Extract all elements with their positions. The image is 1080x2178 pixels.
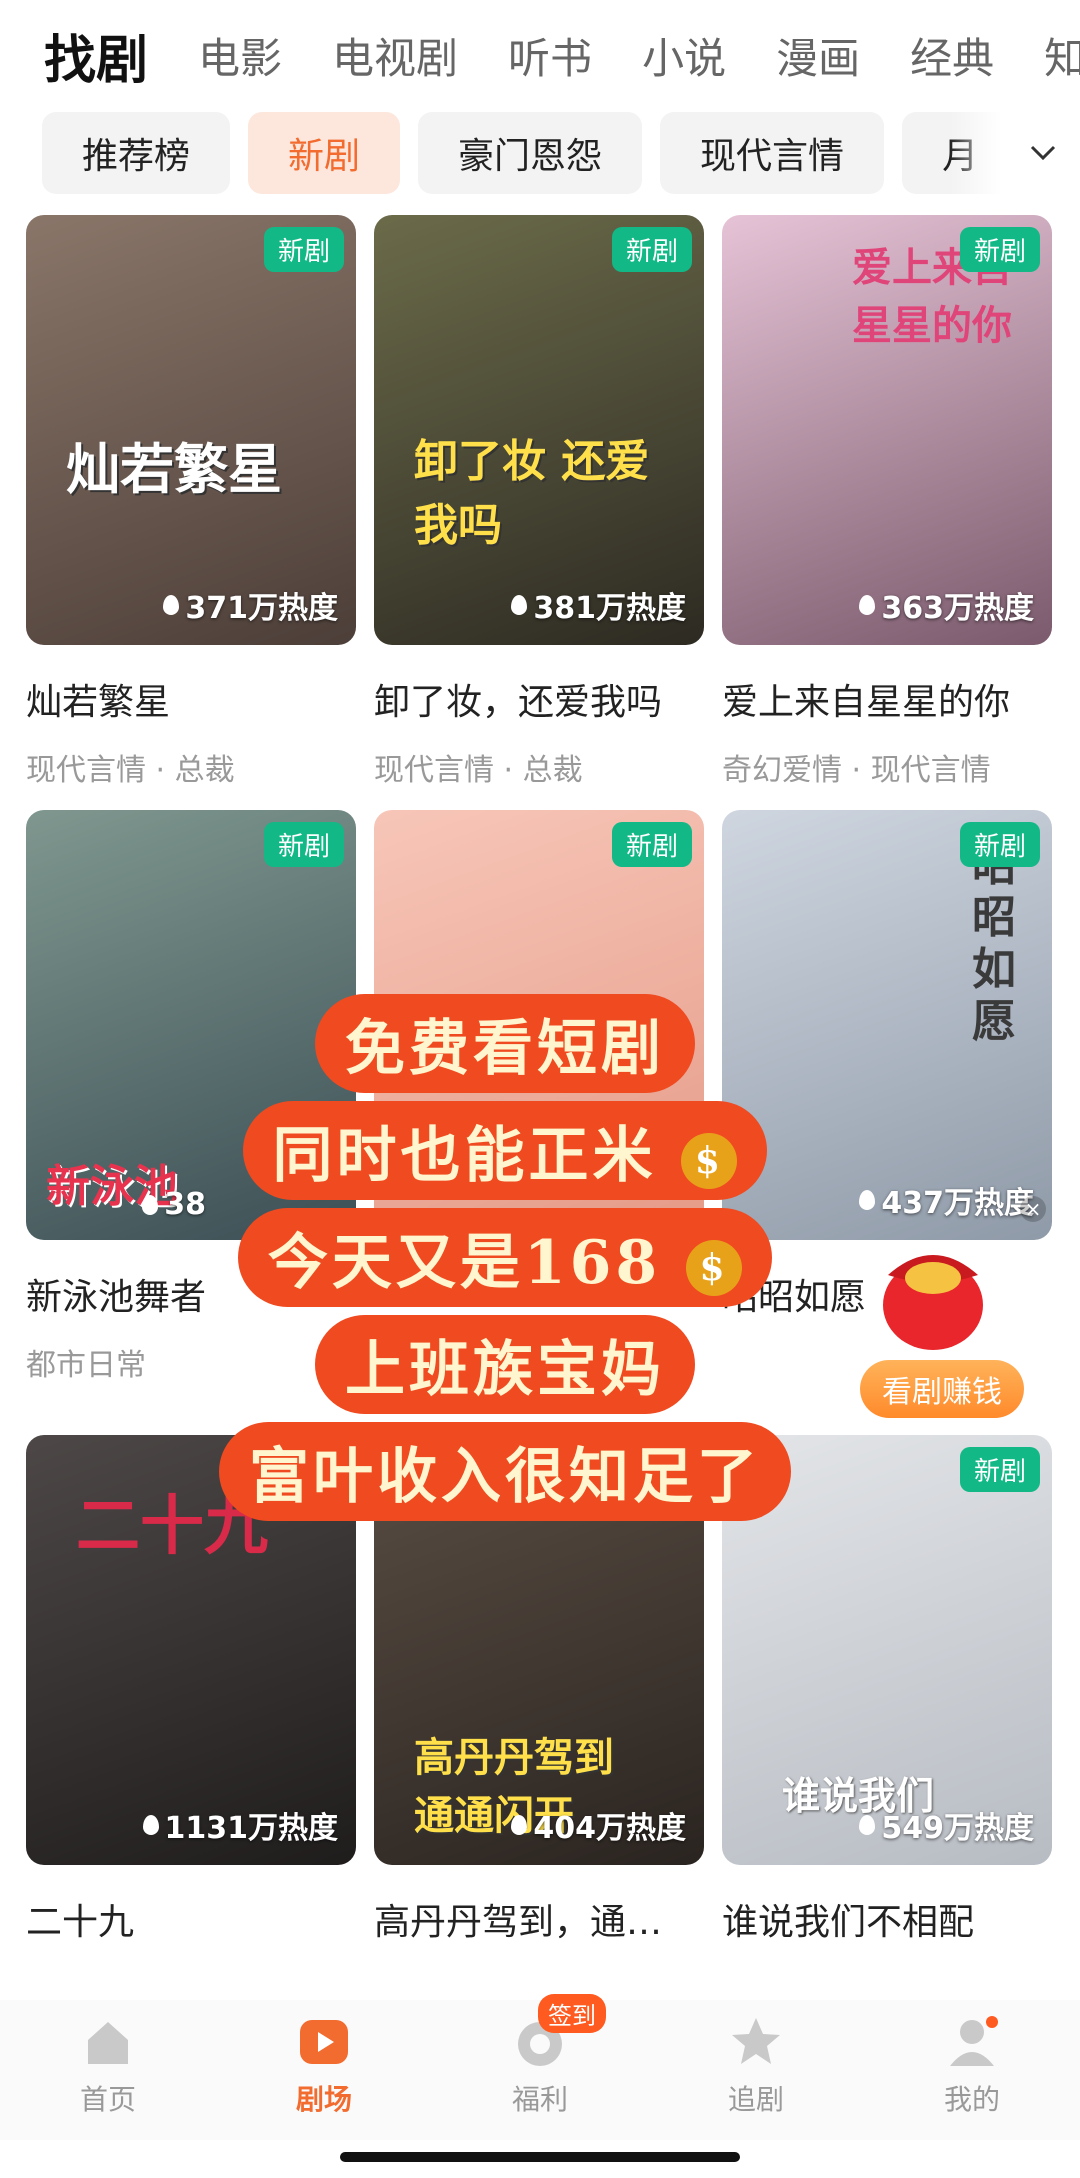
nav-label: 我的	[943, 2083, 1000, 2116]
drama-card[interactable]: 灿若繁星 新剧 371万热度 灿若繁星 现代言情 · 总裁	[26, 215, 356, 789]
top-tab-bar: 找剧 电影 电视剧 听书 小说 漫画 经典 知	[0, 0, 1080, 110]
chip-new-drama[interactable]: 新剧	[248, 112, 401, 194]
drama-tags: 现代言情 · 总裁	[26, 753, 235, 788]
nav-home[interactable]: 首页	[0, 2000, 216, 2140]
drama-poster[interactable]: 新泳池 新剧 38	[26, 810, 356, 1240]
red-envelope-icon[interactable]	[868, 1230, 998, 1360]
drama-card[interactable]: 谁说我们 新剧 549万热度 谁说我们不相配	[722, 1435, 1052, 1945]
flame-icon	[142, 1815, 159, 1835]
new-badge: 新剧	[959, 822, 1040, 867]
flame-icon	[511, 1815, 528, 1835]
chip-modern-romance[interactable]: 现代言情	[660, 112, 885, 194]
poster-title: 二十九	[76, 1489, 268, 1564]
new-badge: 新剧	[611, 822, 692, 867]
home-icon	[88, 2022, 128, 2064]
heat-label: 363万热度	[859, 583, 1034, 627]
drama-title[interactable]: 二十九	[26, 1893, 356, 1945]
drama-title[interactable]: 谁说我们不相配	[722, 1893, 1052, 1945]
category-chips: 推荐榜 新剧 豪门恩怨 现代言情 月	[0, 112, 1080, 194]
new-badge: 新剧	[263, 1447, 344, 1492]
drama-card[interactable]: 卸了妆 还爱我吗 新剧 381万热度 卸了妆，还爱我吗 现代言情 · 总裁	[374, 215, 704, 789]
home-indicator[interactable]	[340, 2152, 740, 2162]
drama-poster[interactable]: 爱上来自星星的你 新剧 363万热度	[722, 215, 1052, 645]
tab-find-drama[interactable]: 找剧	[44, 18, 148, 93]
watch-earn-button[interactable]: 看剧赚钱	[860, 1360, 1024, 1418]
nav-label: 福利	[511, 2083, 568, 2116]
flame-icon	[859, 1190, 876, 1210]
nav-welfare[interactable]: 签到 福利	[432, 1994, 648, 2140]
drama-tags: 都市日常	[26, 1348, 146, 1383]
drama-poster[interactable]: 昭昭如愿 新剧 437万热度	[722, 810, 1052, 1240]
tab-movie[interactable]: 电影	[198, 25, 282, 86]
heat-label: 437万热度	[859, 1178, 1034, 1222]
flame-icon	[142, 1194, 159, 1215]
drama-card[interactable]: 高丹丹驾到 通通闪开 新剧 404万热度 高丹丹驾到，通…	[374, 1435, 704, 1945]
play-icon	[300, 2020, 348, 2064]
flame-icon	[859, 595, 876, 615]
drama-title[interactable]: 新泳池舞者	[26, 1268, 356, 1320]
nav-following[interactable]: 追剧	[648, 2000, 864, 2140]
nav-profile[interactable]: 我的	[864, 2000, 1080, 2140]
nav-label: 首页	[79, 2083, 136, 2116]
tab-knowledge[interactable]: 知	[1044, 25, 1080, 86]
tab-tv-series[interactable]: 电视剧	[332, 25, 458, 86]
chips-expand[interactable]	[950, 112, 1080, 194]
new-badge: 新剧	[959, 1447, 1040, 1492]
poster-title: 卸了妆 还爱我吗	[414, 436, 650, 551]
drama-title[interactable]: 灿若繁星	[26, 673, 356, 725]
heat-label: 1131万热度	[142, 1803, 338, 1847]
drama-tags: 现代言情 · 总裁	[374, 753, 583, 788]
heat-label: 38	[142, 1187, 206, 1222]
drama-poster[interactable]: 卸了妆 还爱我吗 新剧 381万热度	[374, 215, 704, 645]
nav-label: 追剧	[727, 2083, 784, 2116]
drama-tags: 奇幻爱情 · 现代言情	[722, 753, 991, 788]
drama-card[interactable]: 新剧	[374, 810, 704, 1240]
bottom-nav: 首页 剧场 签到 福利 追剧 我的	[0, 1994, 1080, 2140]
heat-label: 371万热度	[163, 583, 338, 627]
new-badge: 新剧	[959, 227, 1040, 272]
new-badge: 新剧	[263, 822, 344, 867]
heat-label: 381万热度	[511, 583, 686, 627]
poster-title: 昭昭如愿	[972, 840, 1016, 1047]
drama-grid: 灿若繁星 新剧 371万热度 灿若繁星 现代言情 · 总裁 卸了妆 还爱我吗 新…	[0, 215, 1080, 2015]
drama-title[interactable]: 卸了妆，还爱我吗	[374, 673, 704, 725]
new-badge: 新剧	[611, 227, 692, 272]
close-icon[interactable]: ×	[1020, 1196, 1046, 1222]
nav-theater[interactable]: 剧场	[216, 2000, 432, 2140]
profile-icon	[950, 2016, 998, 2066]
flame-icon	[511, 595, 528, 615]
chevron-down-icon	[1030, 145, 1056, 161]
drama-card[interactable]: 新泳池 新剧 38 新泳池舞者 都市日常	[26, 810, 356, 1384]
drama-title[interactable]: 高丹丹驾到，通…	[374, 1893, 704, 1945]
star-icon	[732, 2018, 780, 2064]
sign-in-badge: 签到	[538, 1994, 606, 2033]
chip-wealthy-family[interactable]: 豪门恩怨	[418, 112, 643, 194]
new-badge: 新剧	[263, 227, 344, 272]
drama-card[interactable]: 二十九 新剧 1131万热度 二十九	[26, 1435, 356, 1945]
tab-classic[interactable]: 经典	[910, 25, 994, 86]
poster-title: 灿若繁星	[66, 437, 282, 501]
tab-comic[interactable]: 漫画	[776, 25, 860, 86]
heat-label: 549万热度	[859, 1803, 1034, 1847]
tab-audiobook[interactable]: 听书	[508, 25, 592, 86]
drama-poster[interactable]: 谁说我们 新剧 549万热度	[722, 1435, 1052, 1865]
flame-icon	[859, 1815, 876, 1835]
drama-poster[interactable]: 灿若繁星 新剧 371万热度	[26, 215, 356, 645]
drama-poster[interactable]: 二十九 新剧 1131万热度	[26, 1435, 356, 1865]
new-badge: 新剧	[611, 1447, 692, 1492]
nav-label: 剧场	[295, 2083, 352, 2116]
heat-label: 404万热度	[511, 1803, 686, 1847]
drama-title[interactable]: 爱上来自星星的你	[722, 673, 1052, 725]
drama-poster[interactable]: 新剧	[374, 810, 704, 1240]
chip-ranking[interactable]: 推荐榜	[42, 112, 231, 194]
flame-icon	[163, 595, 180, 615]
tab-novel[interactable]: 小说	[642, 25, 726, 86]
drama-card[interactable]: 爱上来自星星的你 新剧 363万热度 爱上来自星星的你 奇幻爱情 · 现代言情	[722, 215, 1052, 789]
drama-poster[interactable]: 高丹丹驾到 通通闪开 新剧 404万热度	[374, 1435, 704, 1865]
